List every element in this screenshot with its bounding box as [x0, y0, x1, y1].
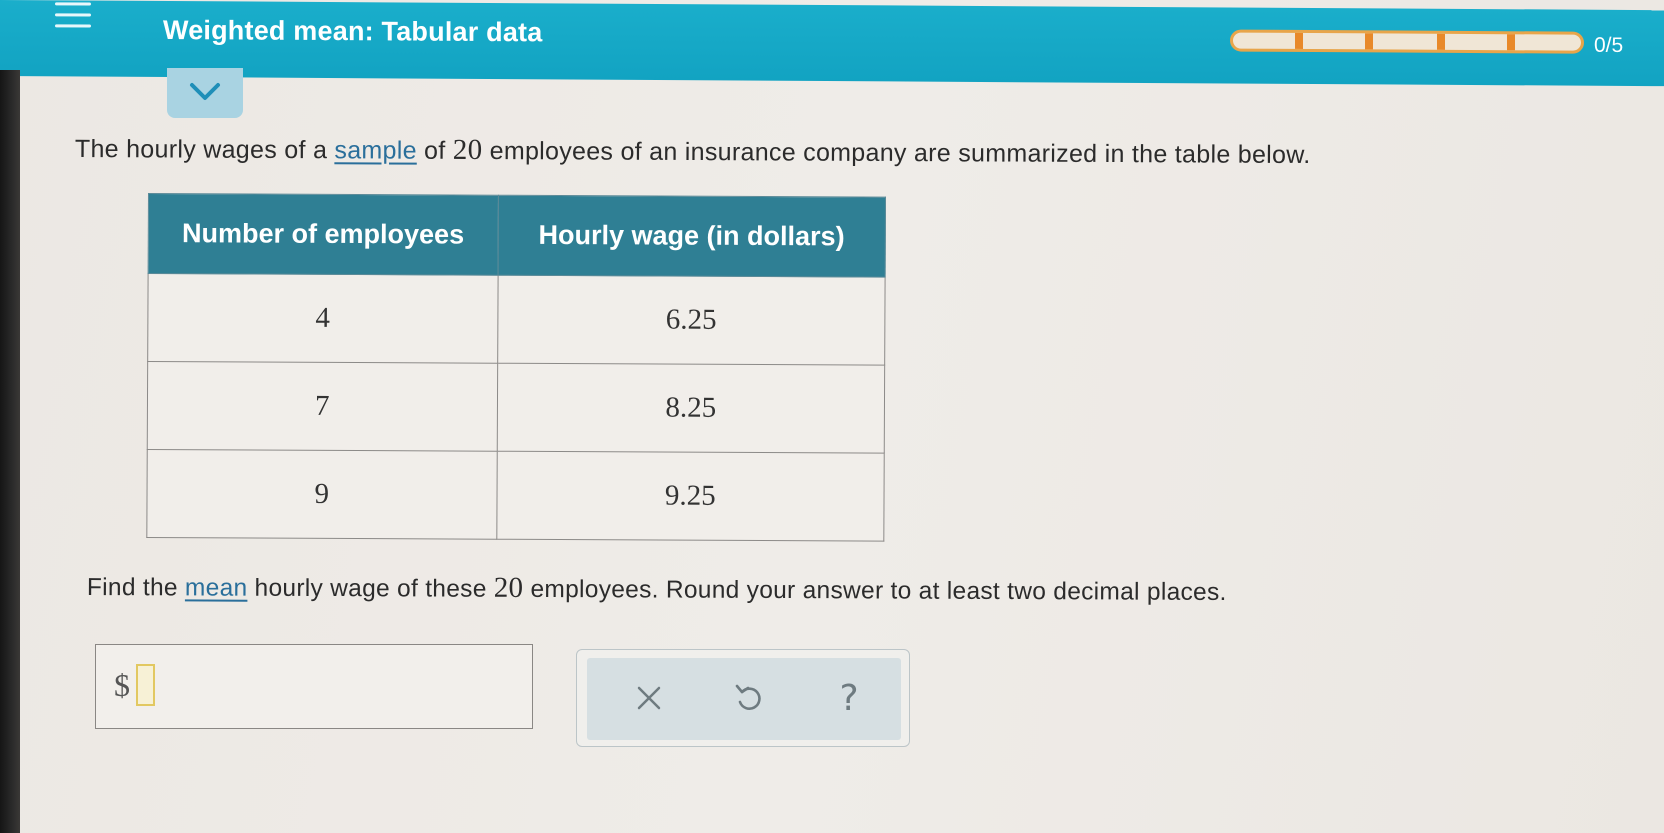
answer-tools-panel: ?	[576, 649, 910, 747]
progress-segment-divider	[1295, 32, 1303, 49]
column-header-employees: Number of employees	[148, 193, 499, 276]
question-segment: hourly wage of these	[247, 574, 494, 603]
problem-statement: The hourly wages of a sample of 20 emplo…	[75, 132, 1475, 172]
employees-cell: 4	[147, 273, 498, 364]
answer-entry-field[interactable]	[136, 664, 155, 706]
problem-text: employees of an insurance company are su…	[482, 136, 1311, 170]
clear-button[interactable]	[627, 676, 671, 720]
data-table: Number of employees Hourly wage (in doll…	[146, 193, 886, 542]
wage-cell: 8.25	[496, 363, 885, 454]
problem-text: The hourly wages of a	[74, 134, 335, 165]
sample-link[interactable]: sample	[334, 136, 417, 164]
progress-segment-divider	[1437, 33, 1445, 50]
question-count: 20	[493, 571, 524, 604]
header-bar: Weighted mean: Tabular data 0/5	[0, 0, 1664, 87]
currency-symbol: $	[114, 667, 130, 703]
wage-cell: 6.25	[497, 275, 886, 366]
question-segment: Find the	[86, 573, 186, 602]
screen: Weighted mean: Tabular data 0/5 The hour…	[0, 0, 1664, 833]
answer-tools-inner: ?	[587, 658, 901, 740]
wage-cell: 9.25	[496, 451, 885, 542]
collapse-toggle-button[interactable]	[167, 68, 243, 118]
chevron-down-icon	[190, 83, 220, 100]
employees-cell: 9	[146, 449, 497, 540]
answer-input[interactable]: $	[95, 644, 533, 729]
progress-bar[interactable]	[1230, 29, 1584, 54]
help-button[interactable]: ?	[827, 676, 871, 720]
column-header-wage: Hourly wage (in dollars)	[497, 195, 886, 278]
problem-text: of	[416, 136, 453, 165]
employees-cell: 7	[147, 361, 498, 452]
mean-link[interactable]: mean	[185, 574, 248, 601]
question-segment: employees. Round your answer to at least…	[523, 575, 1227, 606]
screen-bezel	[0, 70, 20, 833]
help-icon: ?	[839, 677, 859, 719]
page-title: Weighted mean: Tabular data	[163, 14, 543, 48]
table-row: 4 6.25	[147, 273, 886, 366]
undo-icon	[735, 684, 761, 710]
table-row: 7 8.25	[147, 361, 885, 454]
undo-button[interactable]	[727, 676, 771, 720]
employee-count: 20	[452, 133, 483, 166]
x-icon	[637, 686, 661, 710]
table-row: 9 9.25	[146, 449, 885, 542]
progress-count: 0/5	[1594, 33, 1624, 57]
progress-segment-divider	[1365, 33, 1373, 50]
question-text: Find the mean hourly wage of these 20 em…	[87, 570, 1487, 609]
menu-icon[interactable]	[55, 2, 91, 28]
table-header-row: Number of employees Hourly wage (in doll…	[148, 193, 886, 278]
progress-segment-divider	[1507, 34, 1515, 51]
